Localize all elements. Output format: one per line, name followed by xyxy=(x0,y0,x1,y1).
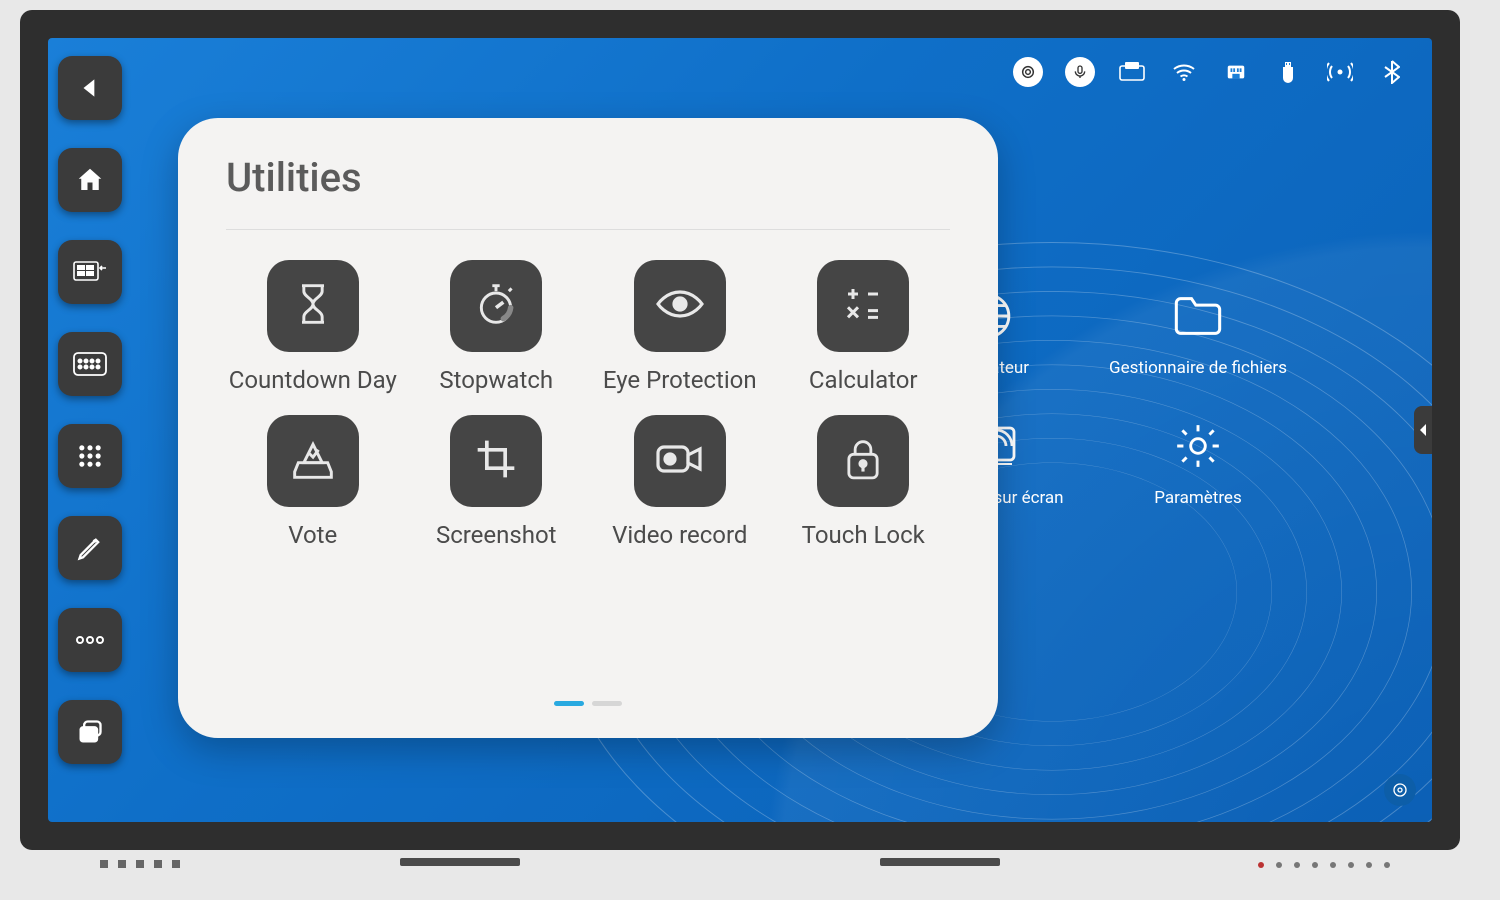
windows-source-button[interactable] xyxy=(58,240,122,304)
page-dot-active xyxy=(554,701,584,706)
stopwatch-icon xyxy=(474,282,518,330)
ethernet-icon[interactable] xyxy=(1220,56,1252,88)
lock-icon xyxy=(844,437,882,485)
app-label: Touch Lock xyxy=(802,521,925,550)
app-video-record[interactable]: Video record xyxy=(593,415,767,550)
app-vote[interactable]: Vote xyxy=(226,415,400,550)
calculator-icon xyxy=(843,284,883,328)
hourglass-icon xyxy=(291,282,335,330)
panel-title: Utilities xyxy=(226,154,950,230)
broadcast-icon[interactable] xyxy=(1324,56,1356,88)
app-touch-lock[interactable]: Touch Lock xyxy=(777,415,951,550)
wifi-icon[interactable] xyxy=(1168,56,1200,88)
home-button[interactable] xyxy=(58,148,122,212)
app-eye-protection[interactable]: Eye Protection xyxy=(593,260,767,395)
app-label: Vote xyxy=(288,521,337,550)
app-countdown-day[interactable]: Countdown Day xyxy=(226,260,400,395)
microphone-icon[interactable] xyxy=(1064,56,1096,88)
keyboard-button[interactable] xyxy=(58,332,122,396)
pencil-button[interactable] xyxy=(58,516,122,580)
app-label: Video record xyxy=(612,521,747,550)
eye-icon xyxy=(656,288,704,324)
app-label: Screenshot xyxy=(436,521,557,550)
status-bar: OPS xyxy=(1012,56,1408,88)
app-label: Countdown Day xyxy=(229,366,397,395)
app-screenshot[interactable]: Screenshot xyxy=(410,415,584,550)
ops-icon[interactable]: OPS xyxy=(1116,56,1148,88)
utilities-panel: Utilities Countdown Day Stopwatch Eye Pr… xyxy=(178,118,998,738)
crop-icon xyxy=(474,437,518,485)
corner-settings-button[interactable] xyxy=(1384,774,1416,806)
edge-pull-tab[interactable] xyxy=(1414,406,1432,454)
desktop-icon-settings[interactable]: Paramètres xyxy=(1108,418,1288,508)
app-label: Stopwatch xyxy=(439,366,553,395)
app-label: Eye Protection xyxy=(603,366,757,395)
bluetooth-icon[interactable] xyxy=(1376,56,1408,88)
more-button[interactable] xyxy=(58,608,122,672)
sidebar xyxy=(58,56,122,764)
page-dot xyxy=(592,701,622,706)
app-label: Calculator xyxy=(809,366,918,395)
gear-icon xyxy=(1170,418,1226,474)
utilities-grid: Countdown Day Stopwatch Eye Protection C… xyxy=(226,260,950,550)
desktop-label: Paramètres xyxy=(1154,488,1241,508)
target-icon[interactable] xyxy=(1012,56,1044,88)
page-indicator[interactable] xyxy=(226,701,950,710)
screen: OPS Navigateur Gestion xyxy=(48,38,1432,822)
desktop-icon-files[interactable]: Gestionnaire de fichiers xyxy=(1108,288,1288,378)
vote-icon xyxy=(291,437,335,485)
app-stopwatch[interactable]: Stopwatch xyxy=(410,260,584,395)
desktop-label: Gestionnaire de fichiers xyxy=(1109,358,1287,378)
back-button[interactable] xyxy=(58,56,122,120)
usb-icon[interactable] xyxy=(1272,56,1304,88)
recents-button[interactable] xyxy=(58,700,122,764)
folder-icon xyxy=(1170,288,1226,344)
device-bezel-bottom xyxy=(20,852,1460,888)
app-calculator[interactable]: Calculator xyxy=(777,260,951,395)
svg-text:OPS: OPS xyxy=(1127,64,1137,70)
apps-button[interactable] xyxy=(58,424,122,488)
device-frame: OPS Navigateur Gestion xyxy=(20,10,1460,850)
videocam-icon xyxy=(656,441,704,481)
